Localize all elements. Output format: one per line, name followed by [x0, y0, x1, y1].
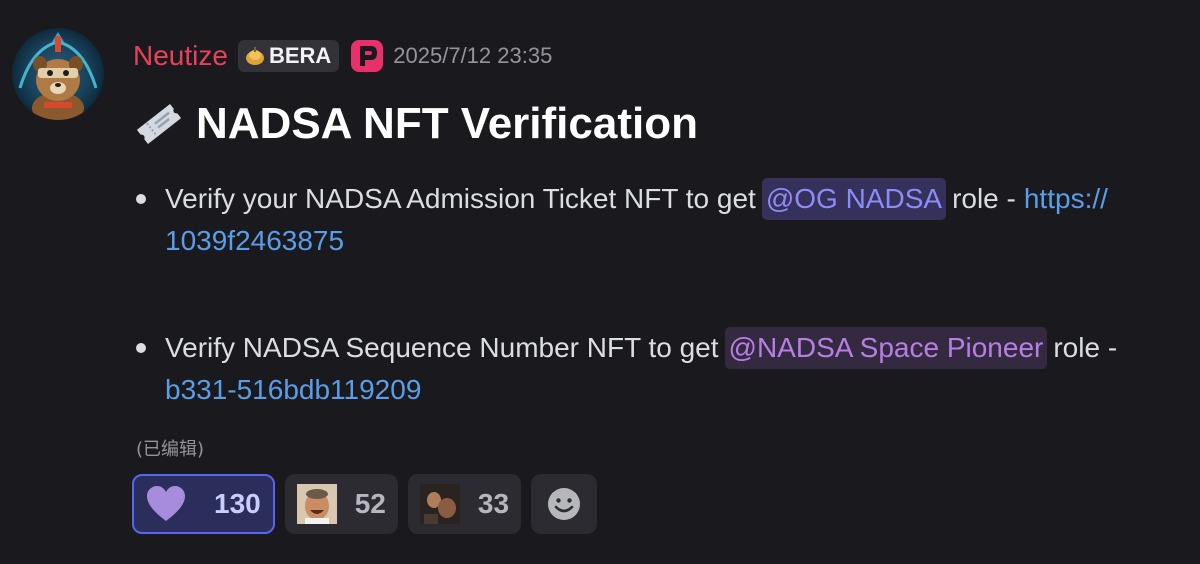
- message-title: NADSA NFT Verification: [130, 95, 698, 153]
- title-text: NADSA NFT Verification: [196, 99, 698, 148]
- bullet-text-after: role -: [1053, 332, 1118, 363]
- bullet-dot: [136, 343, 146, 353]
- reaction-count: 33: [477, 488, 510, 519]
- reaction-count: 130: [214, 488, 261, 519]
- purple-heart-icon: [147, 486, 185, 521]
- bullet-item: Verify NADSA Sequence Number NFT to get …: [136, 327, 1200, 411]
- app-badge-icon[interactable]: [349, 38, 385, 74]
- reaction-count: 52: [354, 488, 386, 519]
- reaction-laughing-man[interactable]: 52: [284, 474, 398, 534]
- chat-message: Neutize BERA 2025/7/12 23:35 NADSA NFT V…: [0, 0, 1200, 564]
- reaction-clapping[interactable]: 33: [407, 474, 522, 534]
- role-mention-og-nadsa[interactable]: @OG NADSA: [761, 178, 947, 220]
- guild-tag-label: BERA: [268, 43, 332, 68]
- message-header: Neutize BERA 2025/7/12 23:35: [133, 36, 552, 76]
- bullet-item: Verify your NADSA Admission Ticket NFT t…: [136, 178, 1200, 262]
- verification-link-continued[interactable]: 1039f2463875: [136, 220, 1200, 262]
- role-mention-nadsa-space-pioneer[interactable]: @NADSA Space Pioneer: [724, 327, 1048, 369]
- bullet-text-after: role -: [952, 183, 1016, 214]
- bullet-dot: [136, 194, 146, 204]
- bullet-text: Verify your NADSA Admission Ticket NFT t…: [165, 183, 756, 214]
- reactions-bar: 130 52 33: [132, 474, 598, 534]
- author-avatar[interactable]: [12, 28, 104, 120]
- laughing-man-gif-icon: [296, 484, 337, 524]
- author-username[interactable]: Neutize: [133, 40, 228, 72]
- edited-label: (已编辑): [136, 439, 205, 460]
- message-timestamp: 2025/7/12 23:35: [393, 43, 553, 68]
- bullet-text: Verify NADSA Sequence Number NFT to get: [165, 332, 719, 363]
- verification-link[interactable]: https://: [1024, 178, 1108, 220]
- verification-link-continued[interactable]: b331-516bdb119209: [136, 369, 1200, 411]
- add-reaction-button[interactable]: [531, 474, 598, 534]
- guild-tag-badge[interactable]: BERA: [237, 40, 340, 72]
- ticket-icon: [136, 103, 182, 145]
- add-reaction-smiley-icon: [548, 488, 581, 520]
- reaction-purple-heart[interactable]: 130: [132, 474, 275, 534]
- clapping-gif-icon: [419, 484, 460, 524]
- bera-acorn-icon: [245, 47, 264, 65]
